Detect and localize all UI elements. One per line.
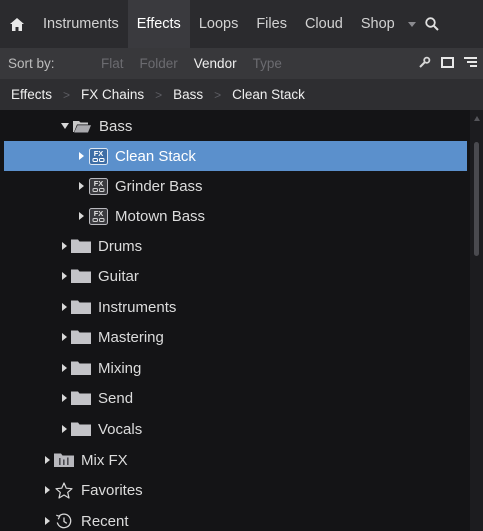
scroll-up-icon[interactable] (474, 116, 480, 121)
browser-tree: Bass FX Clean Stack FX Grinder Bass FX M… (0, 110, 483, 531)
tree-folder-send[interactable]: Send (0, 383, 470, 413)
tab-instruments[interactable]: Instruments (34, 0, 128, 48)
breadcrumb-separator-icon: > (155, 87, 163, 102)
tab-files[interactable]: Files (247, 0, 296, 48)
tree-folder-instruments[interactable]: Instruments (0, 292, 470, 322)
folder-icon (70, 292, 92, 322)
tree-root-favorites[interactable]: Favorites (0, 475, 470, 505)
caret-right-icon[interactable] (58, 414, 70, 444)
breadcrumb-effects[interactable]: Effects (11, 87, 52, 102)
sort-tools (418, 48, 477, 79)
folder-open-icon (71, 111, 93, 141)
breadcrumb-separator-icon: > (63, 87, 71, 102)
folder-icon (70, 383, 92, 413)
tree-root-mix-fx[interactable]: Mix FX (0, 445, 470, 475)
breadcrumb-fx-chains[interactable]: FX Chains (81, 87, 144, 102)
caret-right-icon[interactable] (75, 171, 87, 201)
tree-label: Vocals (98, 420, 143, 438)
caret-down-icon[interactable] (59, 111, 71, 141)
tab-shop[interactable]: Shop (352, 0, 404, 48)
chevron-down-icon[interactable] (404, 0, 420, 48)
tree-label: Mastering (98, 328, 164, 346)
tree-folder-bass[interactable]: Bass (0, 111, 470, 141)
tree-preset-motown-bass[interactable]: FX Motown Bass (0, 201, 470, 231)
browser-tab-bar: Instruments Effects Loops Files Cloud Sh… (0, 0, 483, 48)
caret-right-icon[interactable] (75, 141, 87, 171)
tab-label: Shop (360, 16, 395, 32)
breadcrumb-clean-stack[interactable]: Clean Stack (232, 87, 305, 102)
caret-right-icon[interactable] (58, 292, 70, 322)
folder-icon (70, 353, 92, 383)
caret-right-icon[interactable] (58, 353, 70, 383)
breadcrumb-bass[interactable]: Bass (173, 87, 203, 102)
tree-folder-mastering[interactable]: Mastering (0, 322, 470, 352)
folder-icon (70, 414, 92, 444)
tree-preset-grinder-bass[interactable]: FX Grinder Bass (0, 171, 470, 201)
window-icon[interactable] (441, 56, 454, 71)
tree-label: Clean Stack (115, 147, 196, 165)
tree-label: Send (98, 389, 134, 407)
tab-cloud[interactable]: Cloud (296, 0, 352, 48)
folder-icon (70, 261, 92, 291)
caret-right-icon[interactable] (75, 201, 87, 231)
clock-icon (53, 506, 75, 531)
caret-right-icon[interactable] (41, 445, 53, 475)
folder-icon (70, 322, 92, 352)
tree-label: Grinder Bass (115, 177, 203, 195)
breadcrumb-separator-icon: > (214, 87, 222, 102)
tree-preset-clean-stack[interactable]: FX Clean Stack (4, 141, 467, 171)
fx-chain-icon: FX (87, 141, 109, 171)
tree-label: Favorites (81, 481, 143, 499)
list-menu-icon[interactable] (464, 56, 477, 71)
tree-label: Mix FX (81, 451, 128, 469)
sort-option-type[interactable]: Type (253, 56, 282, 71)
sort-bar: Sort by: Flat Folder Vendor Type (0, 48, 483, 79)
caret-right-icon[interactable] (58, 322, 70, 352)
tree-label: Bass (99, 117, 133, 135)
home-icon[interactable] (0, 0, 34, 48)
tree-folder-drums[interactable]: Drums (0, 231, 470, 261)
fx-chain-icon: FX (87, 201, 109, 231)
scrollbar-thumb[interactable] (474, 142, 479, 256)
fx-chain-icon: FX (87, 171, 109, 201)
star-icon (53, 475, 75, 505)
tree-folder-guitar[interactable]: Guitar (0, 261, 470, 291)
breadcrumb: Effects > FX Chains > Bass > Clean Stack (0, 79, 483, 110)
mixfx-folder-icon (53, 445, 75, 475)
tree-label: Guitar (98, 267, 139, 285)
wrench-icon[interactable] (418, 56, 431, 72)
tree-folder-vocals[interactable]: Vocals (0, 414, 470, 444)
tab-label: Loops (198, 16, 239, 32)
folder-icon (70, 231, 92, 261)
tree-label: Recent (81, 512, 129, 530)
tab-effects[interactable]: Effects (127, 0, 190, 48)
caret-right-icon[interactable] (58, 261, 70, 291)
sort-option-vendor[interactable]: Vendor (194, 56, 237, 71)
tab-label: Cloud (304, 16, 343, 32)
svg-text:FX: FX (93, 149, 103, 158)
sort-option-folder[interactable]: Folder (140, 56, 178, 71)
sort-by-label: Sort by: (8, 56, 55, 71)
caret-right-icon[interactable] (41, 475, 53, 505)
tab-label: Effects (136, 16, 181, 32)
tree-label: Instruments (98, 298, 177, 316)
svg-text:FX: FX (93, 179, 103, 188)
caret-right-icon[interactable] (58, 383, 70, 413)
caret-right-icon[interactable] (41, 506, 53, 531)
tab-loops[interactable]: Loops (190, 0, 248, 48)
tree-label: Drums (98, 237, 143, 255)
svg-text:FX: FX (93, 209, 103, 218)
tab-label: Instruments (43, 16, 119, 32)
caret-right-icon[interactable] (58, 231, 70, 261)
tree-label: Motown Bass (115, 207, 206, 225)
tree-root-recent[interactable]: Recent (0, 506, 470, 531)
search-icon[interactable] (420, 0, 444, 48)
tab-label: Files (256, 16, 287, 32)
sort-option-flat[interactable]: Flat (101, 56, 124, 71)
tree-folder-mixing[interactable]: Mixing (0, 353, 470, 383)
tree-label: Mixing (98, 359, 142, 377)
